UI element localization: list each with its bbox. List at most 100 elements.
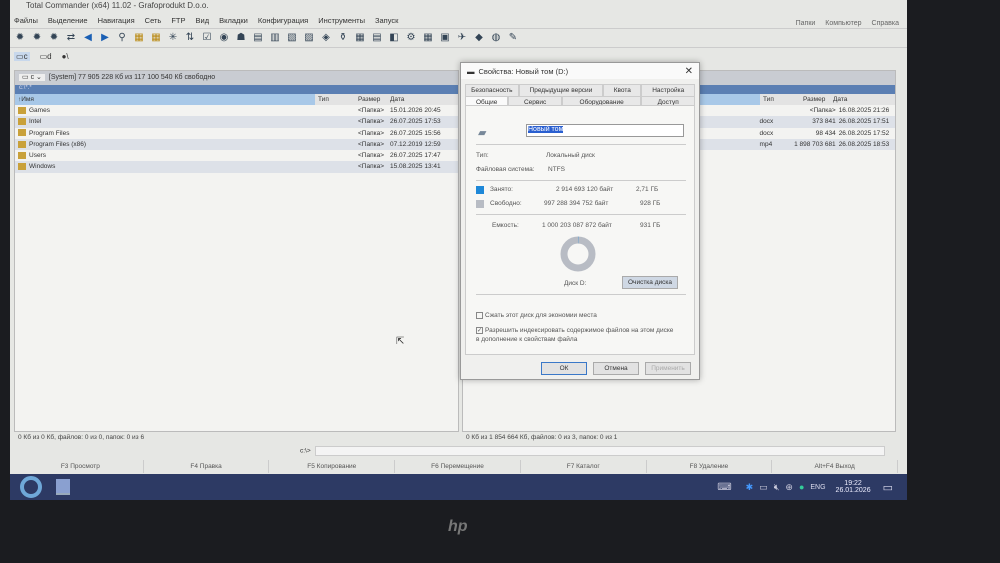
f4-edit-button[interactable]: F4 Правка <box>144 460 270 473</box>
volume-muted-icon[interactable]: 🔇︎ <box>774 482 780 493</box>
network-drive-button[interactable]: ●\ <box>62 52 69 61</box>
bluetooth-icon[interactable]: ✱ <box>746 482 754 493</box>
tree-icon[interactable]: ▨ <box>303 32 315 44</box>
col-type[interactable]: Тип <box>760 94 800 105</box>
index-checkbox-row[interactable]: ✓ Разрешить индексировать содержимое файл… <box>476 326 676 344</box>
f6-move-button[interactable]: F6 Перемещение <box>395 460 521 473</box>
volume-name-input[interactable]: Новый том <box>526 124 684 137</box>
file-row[interactable]: Windows <Папка> 15.08.2025 13:41 <box>15 161 458 173</box>
file-row[interactable]: Program Files (x86) <Папка> 07.12.2019 12:… <box>15 138 458 151</box>
compress-checkbox-row[interactable]: Сжать этот диск для экономии места <box>476 312 597 319</box>
col-date[interactable]: Дата <box>830 94 895 105</box>
network-icon[interactable]: ⊕ <box>785 482 793 493</box>
map-icon[interactable]: ◧ <box>388 32 400 44</box>
f7-mkdir-button[interactable]: F7 Каталог <box>521 460 647 473</box>
menu-item[interactable]: Выделение <box>48 14 88 28</box>
battery-icon[interactable]: ▭ <box>759 482 768 493</box>
time: 19:22 <box>844 480 862 487</box>
command-line[interactable]: c:\> <box>300 446 900 457</box>
index-checkbox[interactable]: ✓ <box>476 326 483 334</box>
start-button[interactable] <box>20 476 42 498</box>
tab-quota[interactable]: Квота <box>603 84 642 96</box>
image-icon[interactable]: ▣ <box>439 32 451 44</box>
menu-item[interactable]: Вид <box>196 14 210 28</box>
f3-view-button[interactable]: F3 Просмотр <box>18 460 144 473</box>
gear-icon[interactable]: ✹ <box>14 32 26 44</box>
settings-icon[interactable]: ⚙ <box>405 32 417 44</box>
back-icon[interactable]: ◀ <box>82 32 94 44</box>
exit-button[interactable]: Alt+F4 Выход <box>772 460 899 473</box>
sync-icon[interactable]: ▧ <box>286 32 298 44</box>
menu-item[interactable]: Вкладки <box>219 14 248 28</box>
forward-icon[interactable]: ▶ <box>99 32 111 44</box>
drive-select[interactable]: ▭ c ⌄ <box>19 74 45 81</box>
apply-button[interactable]: Применить <box>645 362 691 375</box>
tab-customize[interactable]: Настройка <box>641 84 695 96</box>
list-icon[interactable]: ▤ <box>371 32 383 44</box>
tab-previous-versions[interactable]: Предыдущие версии <box>518 84 604 96</box>
ftp-icon[interactable]: ☗ <box>235 32 247 44</box>
file-type: docx <box>759 118 774 126</box>
disk-cleanup-button[interactable]: Очистка диска <box>622 276 678 289</box>
f8-delete-button[interactable]: F8 Удаление <box>647 460 773 473</box>
type-value: Локальный диск <box>546 152 595 159</box>
select-icon[interactable]: ✳ <box>167 32 179 44</box>
filter-icon[interactable]: ⚱ <box>337 32 349 44</box>
compare-icon[interactable]: ▥ <box>269 32 281 44</box>
col-date[interactable]: Дата <box>387 94 457 105</box>
total-commander-taskbar-icon[interactable] <box>56 479 70 495</box>
compress-checkbox[interactable] <box>476 312 483 319</box>
pack-icon[interactable]: ▦ <box>133 32 145 44</box>
col-type[interactable]: Тип <box>315 94 355 105</box>
file-row[interactable]: Games <Папка> 15.01.2026 20:45 <box>15 105 458 116</box>
unpack-icon[interactable]: ▦ <box>150 32 162 44</box>
view-icon[interactable]: ▤ <box>252 32 264 44</box>
language-indicator[interactable]: ENG <box>810 484 825 491</box>
col-size[interactable]: Размер <box>800 94 830 105</box>
computer-link[interactable]: Компьютер <box>825 20 861 27</box>
file-list: Games <Папка> 15.01.2026 20:45 Intel <Папка>… <box>15 105 458 173</box>
menu-item[interactable]: FTP <box>171 14 185 28</box>
browser-icon[interactable]: ◉ <box>218 32 230 44</box>
tab-security[interactable]: Безопасность <box>465 84 519 96</box>
pen-icon[interactable]: ✎ <box>507 32 519 44</box>
menu-item[interactable]: Сеть <box>145 14 162 28</box>
sort-icon[interactable]: ⇅ <box>184 32 196 44</box>
globe-icon[interactable]: ◍ <box>490 32 502 44</box>
file-row[interactable]: Users <Папка> 26.07.2025 17:47 <box>15 150 458 161</box>
menu-item[interactable]: Навигация <box>98 14 135 28</box>
tool-icon[interactable]: ✈ <box>456 32 468 44</box>
f5-copy-button[interactable]: F5 Копирование <box>269 460 396 473</box>
menu-item[interactable]: Инструменты <box>318 14 365 28</box>
close-icon[interactable]: ✕ <box>685 66 693 77</box>
ok-button[interactable]: ОК <box>541 362 587 375</box>
grid-icon[interactable]: ▦ <box>422 32 434 44</box>
help-link[interactable]: Справка <box>872 20 899 27</box>
menu-item[interactable]: Запуск <box>375 14 398 28</box>
path-filter[interactable]: c:\*.* <box>15 85 458 94</box>
keyboard-icon[interactable]: ⌨ <box>717 482 731 493</box>
search-icon[interactable]: ⚲ <box>116 32 128 44</box>
refresh-icon[interactable]: ⇄ <box>65 32 77 44</box>
right-menu: Папки Компьютер Справка <box>796 20 899 27</box>
col-name[interactable]: ↑Имя <box>15 94 315 105</box>
notifications-icon[interactable]: ▭ <box>883 481 893 494</box>
drive-c-button[interactable]: ▭c <box>14 52 30 61</box>
security-icon[interactable]: ● <box>799 482 804 492</box>
col-size[interactable]: Размер <box>355 94 387 105</box>
grid-icon[interactable]: ▦ <box>354 32 366 44</box>
file-row[interactable]: Intel <Папка> 26.07.2025 17:53 <box>15 116 458 128</box>
menu-item[interactable]: Конфигурация <box>258 14 308 28</box>
file-row[interactable]: Program Files <Папка> 26.07.2025 15:56 <box>15 128 458 139</box>
folders-link[interactable]: Папки <box>796 20 816 27</box>
tabs-row-top: Безопасность Предыдущие версии Квота Настро… <box>461 84 699 96</box>
menu-item[interactable]: Файлы <box>14 14 38 28</box>
drive-d-button[interactable]: ▭d <box>40 52 52 61</box>
edit-icon[interactable]: ☑ <box>201 32 213 44</box>
cancel-button[interactable]: Отмена <box>593 362 639 375</box>
gear-icon[interactable]: ✹ <box>31 32 43 44</box>
clock[interactable]: 19:22 26.01.2026 <box>836 480 871 494</box>
gear-icon[interactable]: ✹ <box>48 32 60 44</box>
network-icon[interactable]: ◈ <box>320 32 332 44</box>
cube-icon[interactable]: ◆ <box>473 32 485 44</box>
